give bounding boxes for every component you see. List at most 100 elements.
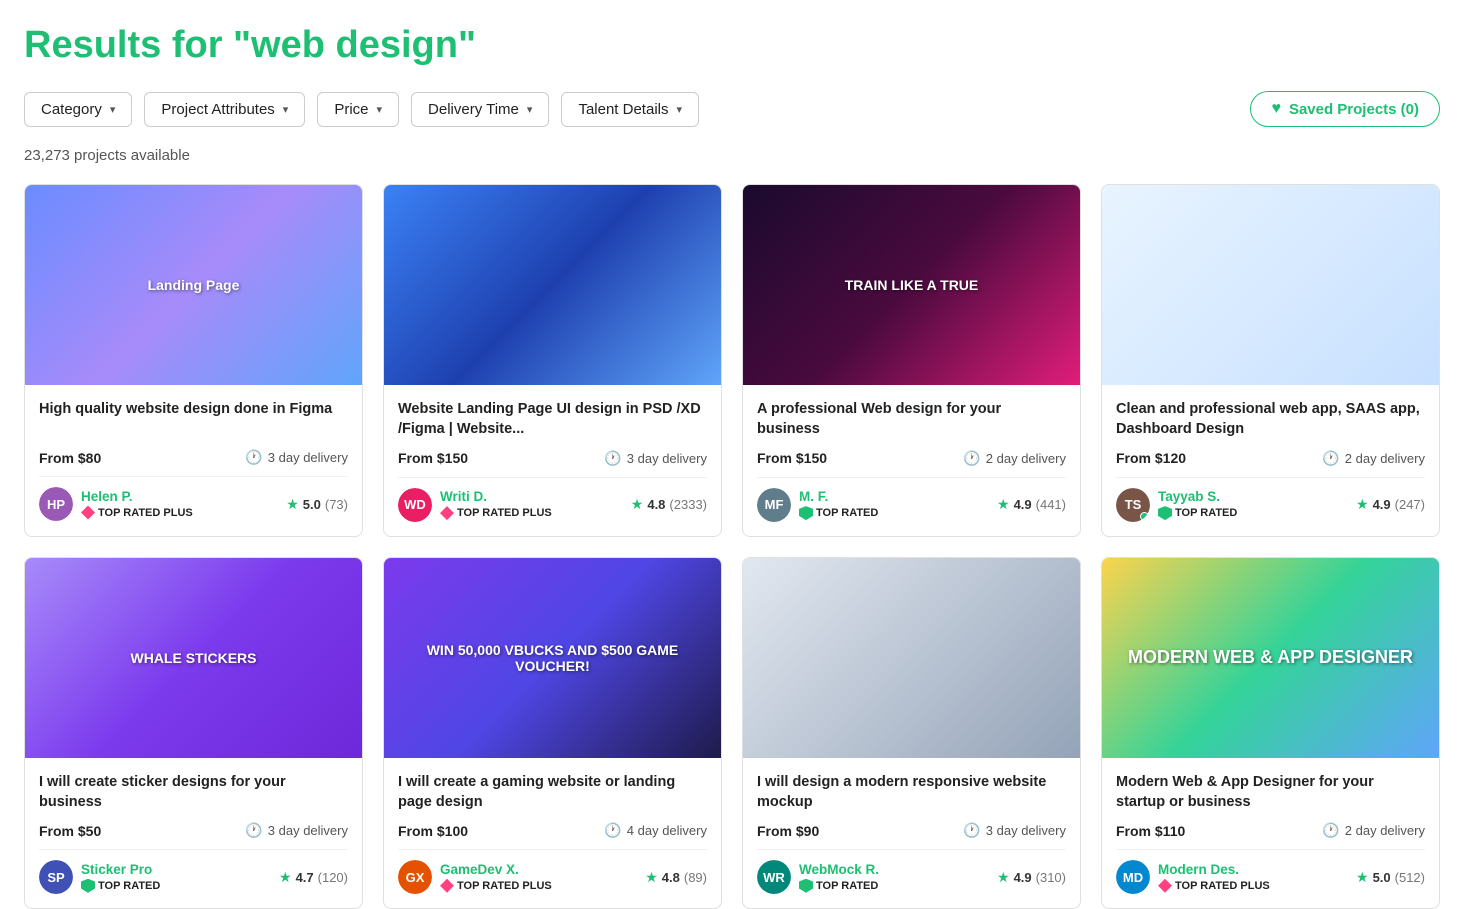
heart-icon: ♥	[1271, 100, 1281, 118]
badge-label: TOP RATED	[816, 507, 878, 519]
badge-label: TOP RATED PLUS	[457, 507, 552, 519]
project-card[interactable]: WHALE STICKERS I will create sticker des…	[24, 557, 363, 909]
star-icon: ★	[279, 869, 292, 886]
delivery-text: 4 day delivery	[627, 823, 707, 838]
clock-icon: 🕐	[1322, 822, 1339, 839]
card-price: From $110	[1116, 823, 1185, 839]
card-price: From $100	[398, 823, 468, 839]
talent-details-filter[interactable]: Talent Details ▾	[561, 92, 699, 127]
avatar: HP	[39, 487, 73, 521]
card-image: TRAIN LIKE A TRUE	[743, 185, 1080, 385]
card-price: From $150	[757, 450, 827, 466]
star-icon: ★	[997, 496, 1010, 513]
project-card[interactable]: Clean and professional web app, SAAS app…	[1101, 184, 1440, 537]
project-card[interactable]: WIN 50,000 VBUCKS AND $500 GAME VOUCHER!…	[383, 557, 722, 909]
seller-name: Writi D.	[440, 489, 552, 504]
rating-value: 5.0	[303, 497, 321, 512]
card-price: From $50	[39, 823, 101, 839]
clock-icon: 🕐	[245, 822, 262, 839]
page-title: Results for "web design"	[24, 24, 1440, 67]
results-count: 23,273 projects available	[24, 147, 1440, 164]
clock-icon: 🕐	[604, 822, 621, 839]
saved-projects-button[interactable]: ♥ Saved Projects (0)	[1250, 91, 1440, 127]
price-filter[interactable]: Price ▾	[317, 92, 399, 127]
rating-value: 4.9	[1373, 497, 1391, 512]
project-card[interactable]: TRAIN LIKE A TRUE A professional Web des…	[742, 184, 1081, 537]
rating-count: (310)	[1036, 870, 1066, 885]
card-title: I will create a gaming website or landin…	[398, 772, 707, 813]
rating-count: (89)	[684, 870, 707, 885]
delivery-text: 3 day delivery	[268, 450, 348, 465]
seller-rating: ★ 4.9 (310)	[997, 869, 1066, 886]
seller-badge: TOP RATED	[81, 879, 160, 893]
card-image-label: Landing Page	[148, 277, 240, 293]
card-image: WHALE STICKERS	[25, 558, 362, 758]
avatar: WR	[757, 860, 791, 894]
rating-count: (2333)	[669, 497, 707, 512]
seller-rating: ★ 4.9 (247)	[1356, 496, 1425, 513]
seller-name: M. F.	[799, 489, 878, 504]
chevron-down-icon: ▾	[110, 103, 116, 116]
card-image-label: TRAIN LIKE A TRUE	[845, 277, 979, 293]
chevron-down-icon: ▾	[283, 103, 289, 116]
badge-label: TOP RATED	[816, 880, 878, 892]
seller-name: WebMock R.	[799, 862, 879, 877]
project-card[interactable]: MODERN WEB & APP DESIGNER Modern Web & A…	[1101, 557, 1440, 909]
star-icon: ★	[631, 496, 644, 513]
project-card[interactable]: Website Landing Page UI design in PSD /X…	[383, 184, 722, 537]
rating-value: 4.8	[647, 497, 665, 512]
delivery-text: 2 day delivery	[1345, 451, 1425, 466]
projects-grid: Landing Page High quality website design…	[24, 184, 1440, 909]
clock-icon: 🕐	[604, 450, 621, 467]
category-filter[interactable]: Category ▾	[24, 92, 132, 127]
card-image	[384, 185, 721, 385]
project-attributes-filter[interactable]: Project Attributes ▾	[144, 92, 305, 127]
price-filter-label: Price	[334, 101, 368, 118]
seller-badge: TOP RATED PLUS	[1158, 879, 1270, 893]
card-title: I will create sticker designs for your b…	[39, 772, 348, 813]
card-title: Modern Web & App Designer for your start…	[1116, 772, 1425, 813]
card-image	[743, 558, 1080, 758]
card-title: Clean and professional web app, SAAS app…	[1116, 399, 1425, 440]
card-image-label: MODERN WEB & APP DESIGNER	[1128, 647, 1413, 668]
card-delivery: 🕐 3 day delivery	[604, 450, 707, 467]
seller-name: Helen P.	[81, 489, 193, 504]
clock-icon: 🕐	[963, 450, 980, 467]
rating-value: 4.7	[296, 870, 314, 885]
card-price: From $80	[39, 450, 101, 466]
card-price: From $150	[398, 450, 468, 466]
seller-rating: ★ 5.0 (73)	[286, 496, 348, 513]
clock-icon: 🕐	[1322, 450, 1339, 467]
clock-icon: 🕐	[963, 822, 980, 839]
project-card[interactable]: I will design a modern responsive websit…	[742, 557, 1081, 909]
category-filter-label: Category	[41, 101, 102, 118]
seller-badge: TOP RATED PLUS	[81, 506, 193, 520]
seller-rating: ★ 4.8 (89)	[645, 869, 707, 886]
project-card[interactable]: Landing Page High quality website design…	[24, 184, 363, 537]
star-icon: ★	[1356, 869, 1369, 886]
delivery-time-filter[interactable]: Delivery Time ▾	[411, 92, 549, 127]
seller-rating: ★ 4.7 (120)	[279, 869, 348, 886]
diamond-icon	[1158, 879, 1172, 893]
seller-name: Tayyab S.	[1158, 489, 1237, 504]
diamond-icon	[440, 879, 454, 893]
shield-icon	[81, 879, 95, 893]
online-indicator	[1140, 512, 1149, 521]
chevron-down-icon: ▾	[377, 103, 383, 116]
rating-value: 5.0	[1373, 870, 1391, 885]
delivery-text: 2 day delivery	[1345, 823, 1425, 838]
seller-name: Sticker Pro	[81, 862, 160, 877]
card-delivery: 🕐 2 day delivery	[1322, 450, 1425, 467]
badge-label: TOP RATED	[98, 880, 160, 892]
card-image: MODERN WEB & APP DESIGNER	[1102, 558, 1439, 758]
talent-details-label: Talent Details	[578, 101, 668, 118]
card-image: WIN 50,000 VBUCKS AND $500 GAME VOUCHER!	[384, 558, 721, 758]
badge-label: TOP RATED PLUS	[457, 880, 552, 892]
badge-label: TOP RATED PLUS	[98, 507, 193, 519]
saved-projects-label: Saved Projects (0)	[1289, 101, 1419, 118]
delivery-text: 3 day delivery	[986, 823, 1066, 838]
rating-count: (441)	[1036, 497, 1066, 512]
card-image-label: WHALE STICKERS	[131, 650, 257, 666]
seller-badge: TOP RATED	[799, 506, 878, 520]
card-image-label: WIN 50,000 VBUCKS AND $500 GAME VOUCHER!	[392, 642, 713, 674]
